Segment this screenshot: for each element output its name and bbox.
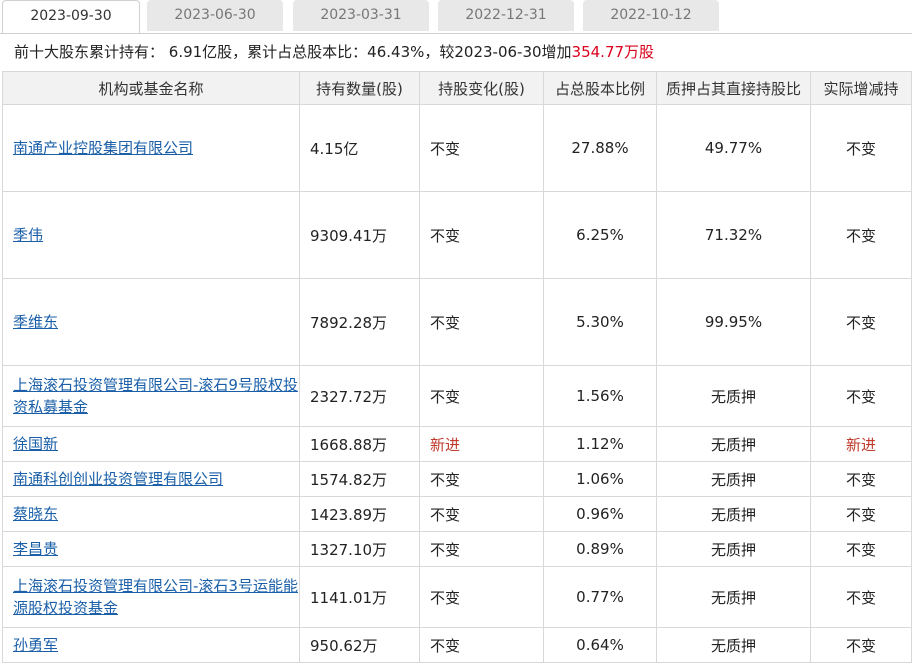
holding-qty: 1327.10万: [310, 540, 388, 559]
summary-text: 前十大股东累计持有： 6.91亿股，累计占总股本比：46.43%，较2023-0…: [14, 43, 572, 61]
share-ratio: 27.88%: [571, 139, 629, 157]
col-header-actual: 实际增减持: [810, 71, 912, 105]
tab-2022-12-31[interactable]: 2022-12-31: [438, 0, 574, 31]
holding-change: 不变: [430, 387, 461, 406]
tab-2022-10-12[interactable]: 2022-10-12: [583, 0, 719, 31]
shareholder-name-link[interactable]: 徐国新: [13, 435, 58, 453]
holding-change: 新进: [430, 435, 461, 454]
holding-qty: 9309.41万: [310, 226, 388, 245]
actual-change: 不变: [845, 540, 876, 559]
tab-2023-06-30[interactable]: 2023-06-30: [147, 0, 283, 31]
holding-qty: 7892.28万: [310, 313, 388, 332]
pledge-ratio: 99.95%: [704, 313, 763, 331]
holdings-summary: 前十大股东累计持有： 6.91亿股，累计占总股本比：46.43%，较2023-0…: [0, 34, 912, 71]
share-ratio: 1.12%: [576, 435, 624, 453]
actual-change: 不变: [845, 588, 876, 607]
actual-change: 不变: [845, 636, 876, 655]
shareholder-name-link[interactable]: 上海滚石投资管理有限公司-滚石3号运能能源股权投资基金: [13, 577, 298, 617]
holding-change: 不变: [430, 313, 461, 332]
table-row: 南通产业控股集团有限公司 4.15亿 不变 27.88% 49.77% 不变: [2, 104, 912, 192]
table-row: 徐国新 1668.88万 新进 1.12% 无质押 新进: [2, 426, 912, 462]
pledge-ratio: 无质押: [710, 540, 756, 559]
shareholder-name-link[interactable]: 季伟: [13, 226, 43, 244]
table-row: 上海滚石投资管理有限公司-滚石9号股权投资私募基金 2327.72万 不变 1.56%…: [2, 365, 912, 427]
shareholder-name-link[interactable]: 南通产业控股集团有限公司: [13, 139, 193, 157]
summary-change: 354.77万股: [571, 43, 655, 61]
share-ratio: 0.64%: [576, 636, 624, 654]
holding-change: 不变: [430, 636, 461, 655]
actual-change: 不变: [845, 505, 876, 524]
actual-change: 不变: [845, 226, 876, 245]
share-ratio: 1.56%: [576, 387, 624, 405]
pledge-ratio: 71.32%: [704, 226, 763, 244]
pledge-ratio: 无质押: [710, 505, 756, 524]
shareholders-table: 机构或基金名称 持有数量(股) 持股变化(股) 占总股本比例 质押占其直接持股比…: [2, 71, 912, 663]
shareholder-name-link[interactable]: 蔡晓东: [13, 505, 58, 523]
actual-change: 不变: [845, 470, 876, 489]
shareholder-name-link[interactable]: 南通科创创业投资管理有限公司: [13, 470, 223, 488]
shareholder-name-link[interactable]: 李昌贵: [13, 540, 58, 558]
col-header-change: 持股变化(股): [419, 71, 544, 105]
holding-qty: 1574.82万: [310, 470, 388, 489]
share-ratio: 5.30%: [576, 313, 624, 331]
actual-change: 不变: [845, 387, 876, 406]
share-ratio: 0.89%: [576, 540, 624, 558]
holding-change: 不变: [430, 226, 461, 245]
period-tabs: 2023-09-30 2023-06-30 2023-03-31 2022-12…: [0, 0, 912, 34]
shareholder-name-link[interactable]: 季维东: [13, 313, 58, 331]
table-row: 孙勇军 950.62万 不变 0.64% 无质押 不变: [2, 627, 912, 663]
holding-qty: 950.62万: [310, 636, 378, 655]
holding-qty: 1668.88万: [310, 435, 388, 454]
share-ratio: 6.25%: [576, 226, 624, 244]
share-ratio: 1.06%: [576, 470, 624, 488]
holding-change: 不变: [430, 588, 461, 607]
shareholder-name-link[interactable]: 上海滚石投资管理有限公司-滚石9号股权投资私募基金: [13, 376, 298, 416]
tab-2023-09-30[interactable]: 2023-09-30: [2, 0, 140, 33]
actual-change: 新进: [845, 435, 876, 454]
holding-change: 不变: [430, 139, 461, 158]
pledge-ratio: 49.77%: [704, 139, 763, 157]
holding-change: 不变: [430, 470, 461, 489]
col-header-qty: 持有数量(股): [299, 71, 420, 105]
tabs-divider: [0, 33, 912, 34]
holding-qty: 4.15亿: [310, 139, 359, 158]
col-header-ratio: 占总股本比例: [543, 71, 657, 105]
share-ratio: 0.77%: [576, 588, 624, 606]
actual-change: 不变: [845, 313, 876, 332]
table-row: 季维东 7892.28万 不变 5.30% 99.95% 不变: [2, 278, 912, 366]
pledge-ratio: 无质押: [710, 588, 756, 607]
actual-change: 不变: [845, 139, 876, 158]
shareholder-name-link[interactable]: 孙勇军: [13, 636, 58, 654]
col-header-pledge: 质押占其直接持股比: [656, 71, 811, 105]
holding-change: 不变: [430, 505, 461, 524]
table-row: 季伟 9309.41万 不变 6.25% 71.32% 不变: [2, 191, 912, 279]
pledge-ratio: 无质押: [710, 636, 756, 655]
table-row: 李昌贵 1327.10万 不变 0.89% 无质押 不变: [2, 531, 912, 567]
table-row: 上海滚石投资管理有限公司-滚石3号运能能源股权投资基金 1141.01万 不变 0.7…: [2, 566, 912, 628]
col-header-name: 机构或基金名称: [2, 71, 300, 105]
table-row: 蔡晓东 1423.89万 不变 0.96% 无质押 不变: [2, 496, 912, 532]
table-row: 南通科创创业投资管理有限公司 1574.82万 不变 1.06% 无质押 不变: [2, 461, 912, 497]
holding-qty: 2327.72万: [310, 387, 388, 406]
holding-change: 不变: [430, 540, 461, 559]
pledge-ratio: 无质押: [710, 387, 756, 406]
holding-qty: 1141.01万: [310, 588, 388, 607]
pledge-ratio: 无质押: [710, 435, 756, 454]
table-header: 机构或基金名称 持有数量(股) 持股变化(股) 占总股本比例 质押占其直接持股比…: [2, 71, 912, 105]
tab-2023-03-31[interactable]: 2023-03-31: [293, 0, 429, 31]
holding-qty: 1423.89万: [310, 505, 388, 524]
pledge-ratio: 无质押: [710, 470, 756, 489]
share-ratio: 0.96%: [576, 505, 624, 523]
